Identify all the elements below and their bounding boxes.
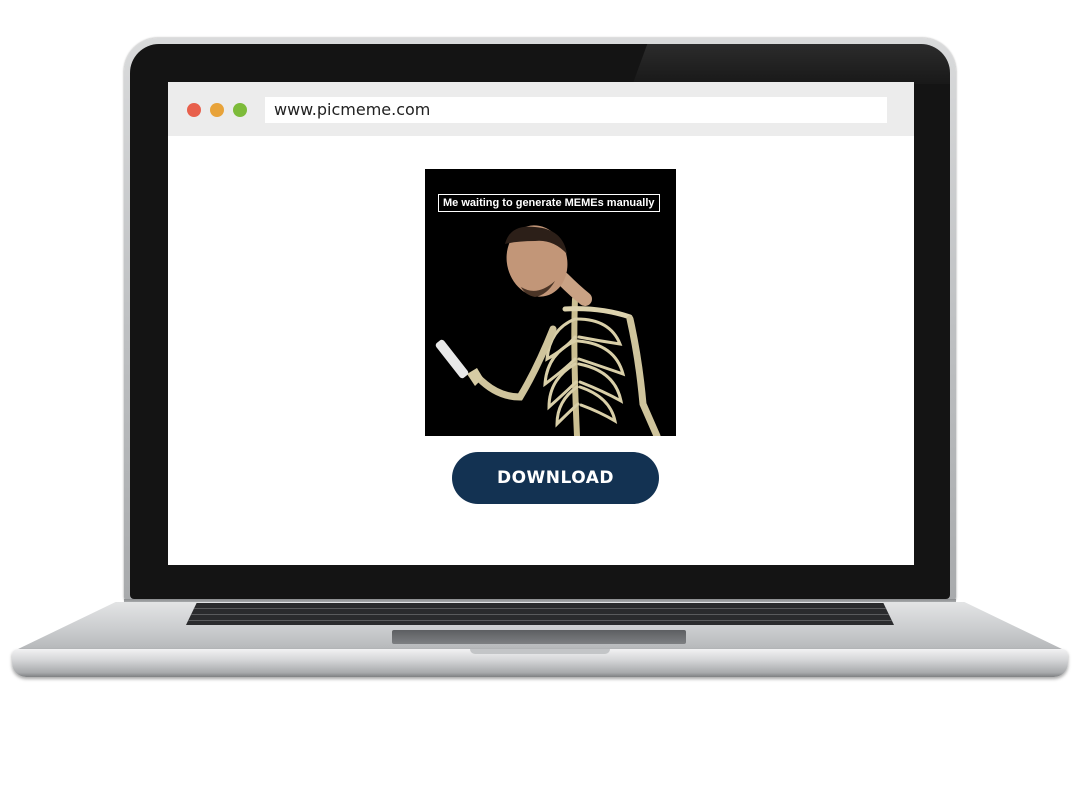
window-maximize-button[interactable] [233, 103, 247, 117]
laptop-mockup: www.picmeme.com Me waiting to generate M… [0, 0, 1080, 800]
browser-window: www.picmeme.com Me waiting to generate M… [168, 82, 914, 565]
meme-image: Me waiting to generate MEMEs manually [425, 169, 676, 436]
browser-toolbar: www.picmeme.com [168, 82, 914, 136]
window-close-button[interactable] [187, 103, 201, 117]
address-bar[interactable]: www.picmeme.com [265, 97, 887, 123]
laptop-front-notch [470, 649, 610, 654]
meme-caption: Me waiting to generate MEMEs manually [438, 194, 660, 212]
keyboard-row [186, 614, 894, 615]
laptop-keyboard [186, 603, 894, 625]
keyboard-row [186, 608, 894, 609]
laptop-trackpad [392, 630, 686, 644]
bezel-glare [632, 44, 950, 84]
window-minimize-button[interactable] [210, 103, 224, 117]
keyboard-row [186, 620, 894, 621]
download-button[interactable]: DOWNLOAD [452, 452, 659, 504]
